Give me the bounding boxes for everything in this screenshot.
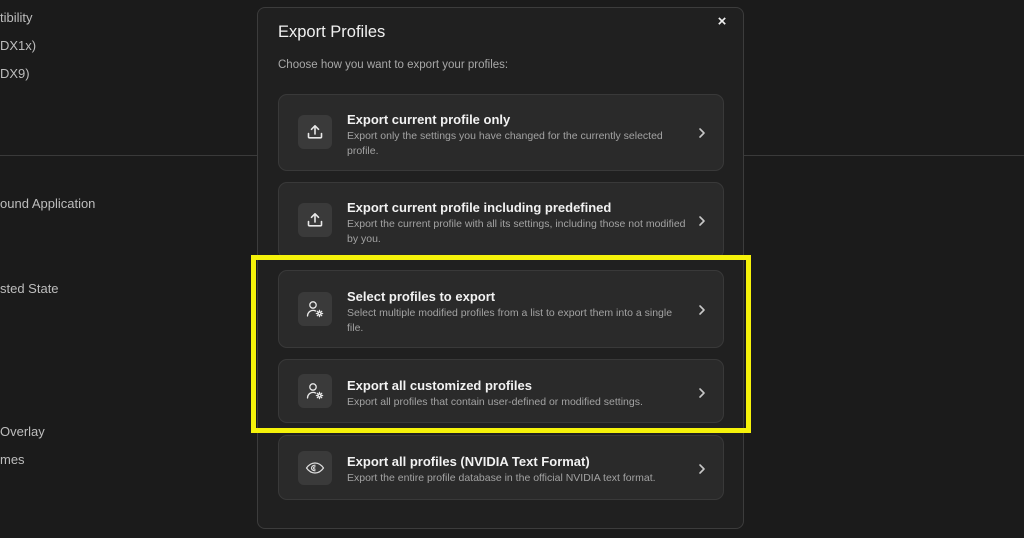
upload-icon — [298, 203, 332, 237]
option-title: Export current profile including predefi… — [347, 200, 612, 215]
close-icon[interactable]: × — [713, 13, 731, 31]
export-profiles-dialog: Export Profiles × Choose how you want to… — [257, 7, 744, 529]
bg-divider — [0, 155, 257, 156]
bg-setting-label: mes — [0, 452, 25, 467]
user-gear-icon — [298, 292, 332, 326]
option-description: Export the entire profile database in th… — [347, 472, 656, 484]
upload-icon — [298, 115, 332, 149]
bg-setting-label: DX1x) — [0, 38, 37, 53]
chevron-right-icon — [699, 388, 705, 398]
option-description: Export only the settings you have change… — [347, 130, 663, 157]
dialog-title: Export Profiles — [278, 23, 386, 41]
bg-setting-label: Overlay — [0, 424, 45, 439]
nvidia-eye-icon — [298, 451, 332, 485]
option-description: Export the current profile with all its … — [347, 218, 686, 245]
export-all-profiles-nvidia-option[interactable]: Export all profiles (NVIDIA Text Format)… — [278, 435, 724, 500]
export-current-profile-option[interactable]: Export current profile only Export only … — [278, 94, 724, 171]
dialog-subtitle: Choose how you want to export your profi… — [278, 59, 509, 71]
chevron-right-icon — [699, 128, 705, 138]
option-title: Select profiles to export — [347, 289, 496, 304]
option-description: Select multiple modified profiles from a… — [347, 307, 673, 334]
bg-setting-label: DX9) — [0, 66, 30, 81]
bg-divider — [744, 155, 1024, 156]
chevron-right-icon — [699, 305, 705, 315]
option-title: Export current profile only — [347, 112, 511, 127]
bg-setting-label: tibility — [0, 10, 33, 25]
option-description: Export all profiles that contain user-de… — [347, 396, 643, 408]
export-all-customized-profiles-option[interactable]: Export all customized profiles Export al… — [278, 359, 724, 423]
user-gear-icon — [298, 374, 332, 408]
bg-setting-label: sted State — [0, 281, 59, 296]
export-current-profile-predefined-option[interactable]: Export current profile including predefi… — [278, 182, 724, 259]
option-title: Export all customized profiles — [347, 378, 532, 393]
chevron-right-icon — [699, 216, 705, 226]
app-root: tibility DX1x) DX9) ound Application ste… — [0, 0, 1024, 538]
bg-setting-label: ound Application — [0, 196, 96, 211]
option-title: Export all profiles (NVIDIA Text Format) — [347, 454, 590, 469]
select-profiles-to-export-option[interactable]: Select profiles to export Select multipl… — [278, 270, 724, 348]
chevron-right-icon — [699, 464, 705, 474]
